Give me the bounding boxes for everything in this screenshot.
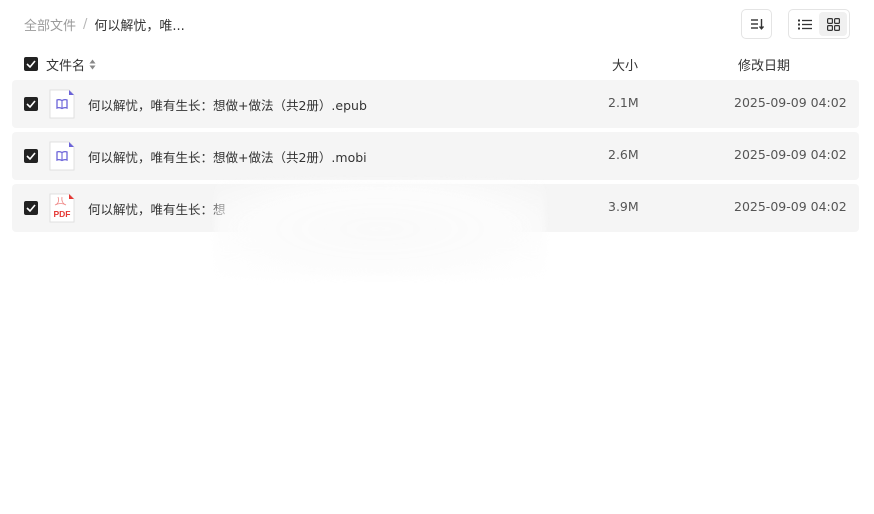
list-view-icon <box>798 19 812 29</box>
file-name[interactable]: 何以解忧，唯有生长：想 <box>88 199 226 218</box>
column-header-size[interactable]: 大小 <box>612 55 638 74</box>
breadcrumb-separator: / <box>83 16 88 32</box>
row-checkbox[interactable] <box>24 97 38 111</box>
grid-view-icon <box>826 17 840 31</box>
ebook-icon <box>49 89 75 119</box>
view-toggle <box>788 9 850 39</box>
breadcrumb: 全部文件 / 何以解忧，唯... <box>24 14 185 34</box>
file-row[interactable]: 何以解忧，唯有生长：想做+做法（共2册）.mobi 2.6M 2025-09-0… <box>12 132 859 180</box>
pdf-icon: PDF <box>49 193 75 223</box>
sort-icon <box>750 19 764 30</box>
file-name[interactable]: 何以解忧，唯有生长：想做+做法（共2册）.epub <box>88 95 367 114</box>
check-icon <box>26 60 36 68</box>
check-icon <box>26 204 36 212</box>
file-name[interactable]: 何以解忧，唯有生长：想做+做法（共2册）.mobi <box>88 147 367 166</box>
row-checkbox[interactable] <box>24 201 38 215</box>
column-header-name[interactable]: 文件名 <box>46 55 96 74</box>
list-view-button[interactable] <box>791 12 819 36</box>
breadcrumb-current: 何以解忧，唯... <box>94 18 185 34</box>
row-checkbox[interactable] <box>24 149 38 163</box>
file-row[interactable]: 何以解忧，唯有生长：想做+做法（共2册）.epub 2.1M 2025-09-0… <box>12 80 859 128</box>
pdf-icon-label: PDF <box>54 209 71 219</box>
file-size: 2.6M <box>608 147 639 162</box>
check-icon <box>26 152 36 160</box>
grid-view-button[interactable] <box>819 12 847 36</box>
check-icon <box>26 100 36 108</box>
table-header: 文件名 大小 修改日期 <box>24 55 854 74</box>
breadcrumb-root-link[interactable]: 全部文件 <box>24 15 76 34</box>
file-modified-date: 2025-09-09 04:02 <box>734 199 847 214</box>
redaction-blur <box>215 180 545 278</box>
sort-button[interactable] <box>741 9 772 39</box>
column-header-modified[interactable]: 修改日期 <box>738 55 790 74</box>
file-size: 3.9M <box>608 199 639 214</box>
column-header-name-label: 文件名 <box>46 59 86 74</box>
sort-toggle-icon[interactable] <box>89 59 96 70</box>
file-modified-date: 2025-09-09 04:02 <box>734 95 847 110</box>
file-size: 2.1M <box>608 95 639 110</box>
ebook-icon <box>49 141 75 171</box>
select-all-checkbox[interactable] <box>24 57 38 71</box>
file-modified-date: 2025-09-09 04:02 <box>734 147 847 162</box>
